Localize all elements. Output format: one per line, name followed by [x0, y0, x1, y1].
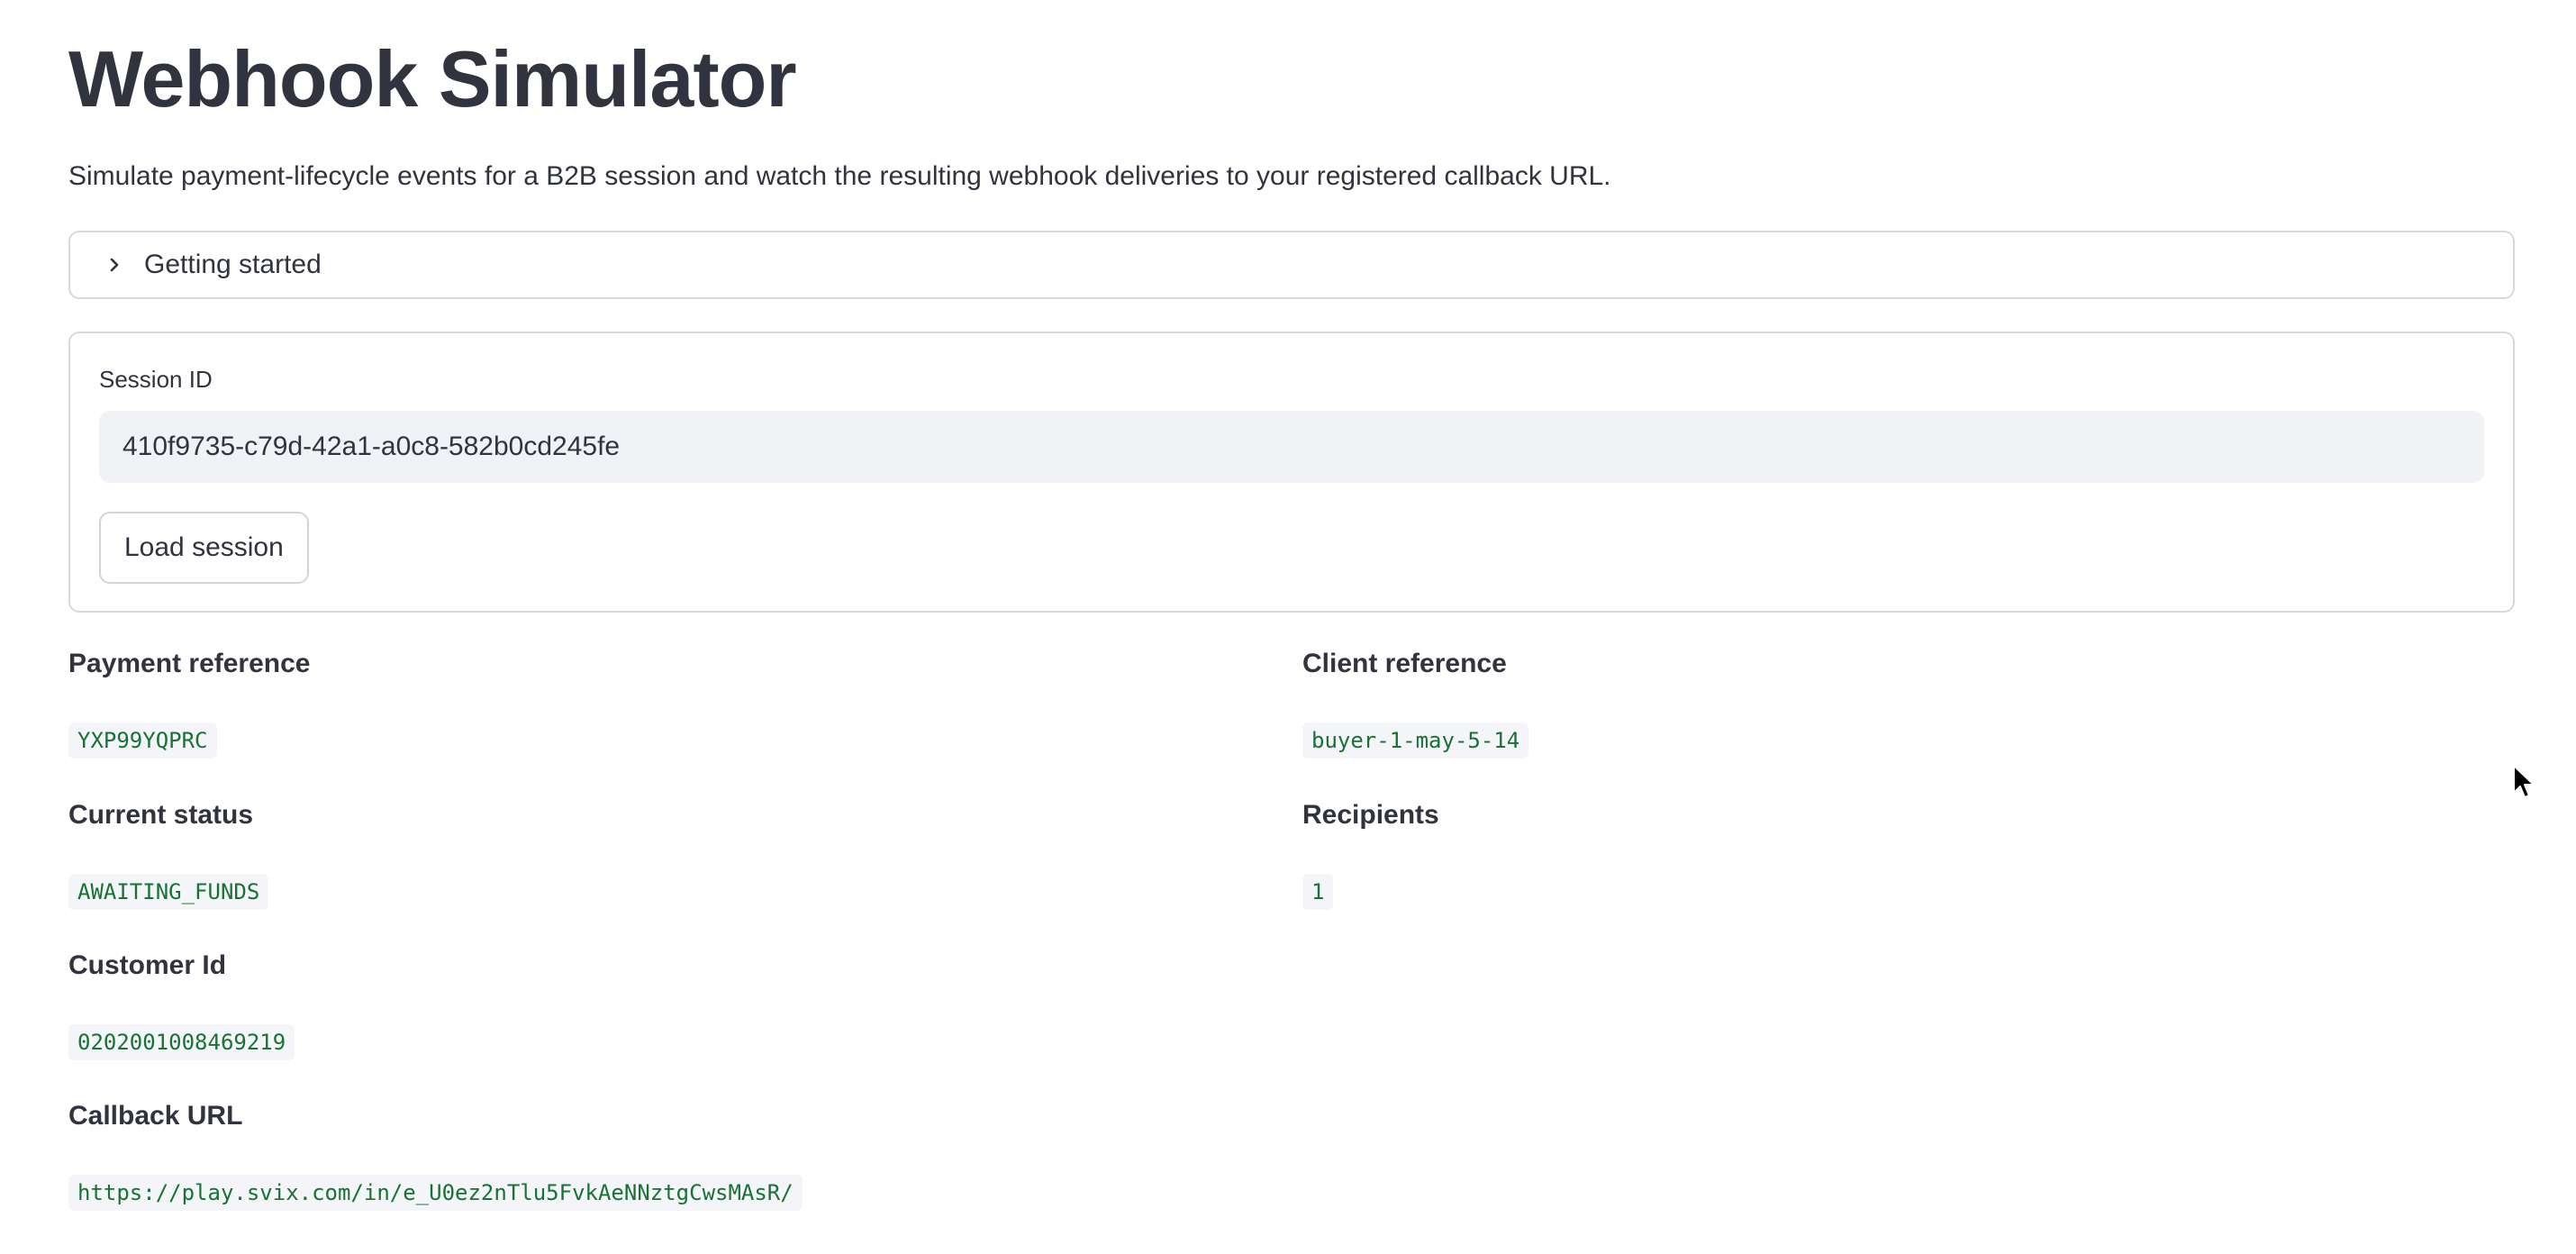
recipients-label: Recipients: [1302, 800, 1439, 830]
callback-url-value: https://play.svix.com/in/e_U0ez2nTlu5Fvk…: [68, 1175, 803, 1211]
customer-id-value: 0202001008469219: [68, 1024, 295, 1060]
page-subtitle: Simulate payment-lifecycle events for a …: [68, 161, 1611, 191]
client-reference-value: buyer-1-may-5-14: [1302, 722, 1529, 759]
load-session-button[interactable]: Load session: [99, 512, 309, 584]
current-status-label: Current status: [68, 800, 254, 830]
getting-started-expander[interactable]: Getting started: [68, 231, 2515, 299]
client-reference-label: Client reference: [1302, 649, 1507, 678]
chevron-right-icon: [103, 253, 126, 277]
customer-id-label: Customer Id: [68, 950, 227, 980]
session-id-label: Session ID: [99, 366, 213, 393]
page-title: Webhook Simulator: [68, 34, 797, 123]
session-form: Session ID Load session: [68, 332, 2515, 613]
expander-label: Getting started: [144, 250, 322, 279]
app-page: Webhook Simulator Simulate payment-lifec…: [0, 0, 2576, 1254]
current-status-value: AWAITING_FUNDS: [68, 874, 269, 910]
recipients-value: 1: [1302, 874, 1334, 910]
mouse-cursor-icon: [2511, 764, 2538, 800]
session-id-input[interactable]: [99, 411, 2484, 483]
callback-url-label: Callback URL: [68, 1101, 243, 1131]
payment-reference-label: Payment reference: [68, 649, 311, 678]
payment-reference-value: YXP99YQPRC: [68, 722, 217, 759]
